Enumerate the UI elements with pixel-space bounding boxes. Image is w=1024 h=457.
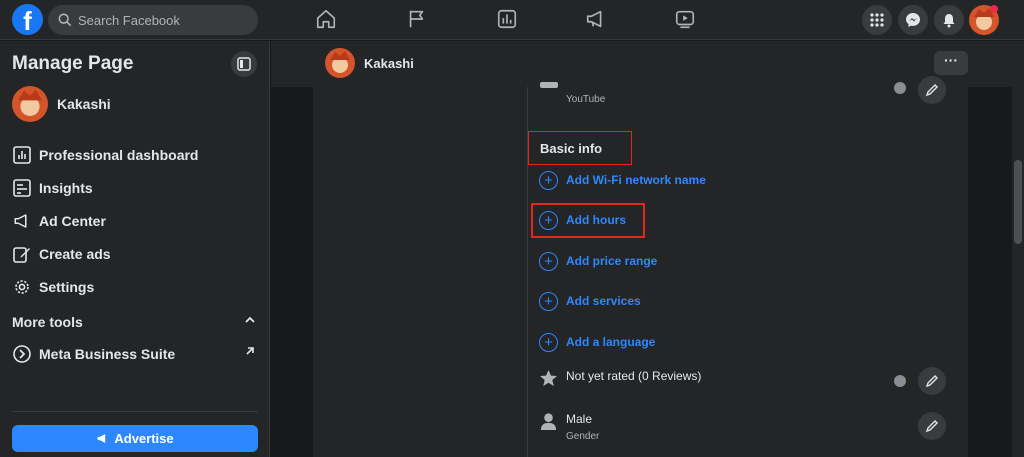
insights-icon [12,178,32,198]
plus-circle-icon: + [539,291,558,311]
sidebar-divider [12,411,258,412]
star-icon [539,369,558,387]
notification-dot [990,5,998,13]
home-icon[interactable] [315,8,337,30]
add-services-button[interactable]: + Add services [539,291,641,311]
header-page-avatar[interactable] [325,48,355,78]
globe-icon [894,375,906,387]
plus-circle-icon: + [539,170,558,190]
add-hours-button[interactable]: + Add hours [539,210,626,230]
sidebar-item-professional-dashboard[interactable]: Professional dashboard [12,143,198,167]
pencil-icon [12,244,32,264]
notifications-button[interactable] [934,5,964,35]
external-link-icon[interactable] [244,345,256,357]
sidebar-item-label: Settings [39,279,95,295]
bell-icon [943,13,955,27]
youtube-label: YouTube [566,94,606,105]
plus-circle-icon: + [539,332,558,352]
edit-youtube-button[interactable] [918,76,946,104]
person-icon [540,413,557,431]
gear-icon [12,277,32,297]
pencil-icon [925,420,938,433]
sidebar-item-label: Create ads [39,246,111,262]
page-name: Kakashi [57,96,111,112]
pencil-icon [925,84,938,97]
about-content-panel [313,87,968,457]
sidebar-item-label: Insights [39,180,93,196]
megaphone-icon[interactable] [585,8,607,30]
top-navigation-bar: f [0,0,1024,40]
edit-rating-button[interactable] [918,367,946,395]
megaphone-icon [98,434,106,443]
messenger-button[interactable] [898,5,928,35]
more-tools-heading: More tools [12,314,83,330]
gender-value: Male [566,412,593,426]
sidebar-item-create-ads[interactable]: Create ads [12,242,111,266]
add-price-range-button[interactable]: + Add price range [539,251,657,271]
add-item-label: Add price range [566,254,658,268]
sidebar-item-ad-center[interactable]: Ad Center [12,209,106,233]
sidebar-item-meta-business-suite[interactable]: Meta Business Suite [12,342,175,366]
flag-icon[interactable] [406,8,428,30]
menu-grid-button[interactable] [862,5,892,35]
dashboard-icon [12,145,32,165]
add-item-label: Add services [566,294,641,308]
chart-icon[interactable] [496,8,518,30]
advertise-button[interactable]: Advertise [12,425,258,452]
video-icon[interactable] [674,8,696,30]
edit-gender-button[interactable] [918,412,946,440]
scrollbar-thumb[interactable] [1014,160,1022,244]
rating-text: Not yet rated (0 Reviews) [566,369,702,383]
sidebar-toggle-icon [237,57,251,71]
globe-icon [894,82,906,94]
chevron-up-icon[interactable] [244,315,256,325]
sidebar-item-label: Professional dashboard [39,147,199,163]
menu-grid-icon [870,13,884,27]
manage-page-sidebar: Manage Page Kakashi Professional dashboa… [0,41,270,457]
search-input[interactable] [78,12,248,28]
plus-circle-icon: + [539,251,558,271]
search-icon [58,13,72,27]
add-item-label: Add hours [566,213,626,227]
gender-label: Gender [566,431,600,442]
add-item-label: Add a language [566,335,656,349]
pencil-icon [925,375,938,388]
meta-business-icon [12,344,32,364]
youtube-link-icon [540,82,558,88]
messenger-icon [906,13,920,27]
plus-circle-icon: + [539,210,558,230]
header-page-name[interactable]: Kakashi [364,56,414,71]
page-profile[interactable]: Kakashi [12,86,111,122]
rating-row: Not yet rated (0 Reviews) [539,369,701,388]
sidebar-item-insights[interactable]: Insights [12,176,93,200]
more-options-button[interactable]: ··· [934,51,968,75]
sidebar-title: Manage Page [12,53,134,74]
add-language-button[interactable]: + Add a language [539,332,655,352]
sidebar-item-label: Meta Business Suite [39,346,176,362]
add-wifi-network-button[interactable]: + Add Wi-Fi network name [539,170,706,190]
advertise-label: Advertise [114,431,174,446]
add-item-label: Add Wi-Fi network name [566,173,706,187]
scrollbar-track[interactable] [1012,87,1024,457]
page-avatar [12,86,48,122]
search-bar[interactable] [48,5,258,35]
sidebar-item-settings[interactable]: Settings [12,275,94,299]
collapse-sidebar-button[interactable] [231,51,257,77]
basic-info-heading: Basic info [540,141,603,156]
gender-row: Male Gender [539,412,599,442]
sidebar-item-label: Ad Center [39,213,106,229]
facebook-logo-letter: f [23,6,32,35]
facebook-logo[interactable]: f [12,4,43,35]
megaphone-icon [12,211,32,231]
